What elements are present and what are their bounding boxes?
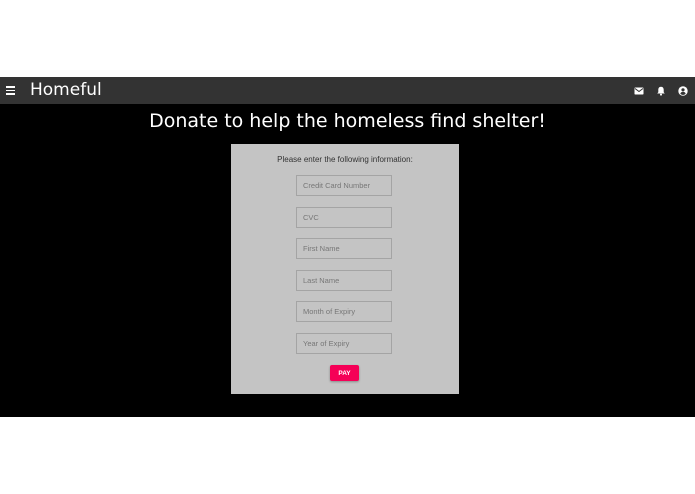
last-name-input[interactable] [296, 270, 392, 291]
page-headline: Donate to help the homeless find shelter… [149, 110, 546, 132]
bell-icon[interactable] [656, 86, 666, 96]
page: Homeful Donate to help the homeless find… [0, 0, 695, 494]
expiry-month-input[interactable] [296, 301, 392, 322]
app-bar-actions [634, 85, 688, 96]
app-title: Homeful [30, 80, 102, 100]
cvc-input[interactable] [296, 207, 392, 228]
form-prompt: Please enter the following information: [277, 155, 413, 164]
donation-form: Please enter the following information: … [231, 144, 459, 394]
mail-icon[interactable] [634, 86, 644, 96]
app-bar: Homeful [0, 77, 695, 104]
main-content: Donate to help the homeless find shelter… [0, 104, 695, 417]
pay-button[interactable]: PAY [330, 365, 359, 381]
first-name-input[interactable] [296, 238, 392, 259]
account-circle-icon[interactable] [678, 85, 688, 96]
credit-card-number-input[interactable] [296, 175, 392, 196]
hamburger-menu-icon[interactable] [6, 86, 15, 95]
expiry-year-input[interactable] [296, 333, 392, 354]
